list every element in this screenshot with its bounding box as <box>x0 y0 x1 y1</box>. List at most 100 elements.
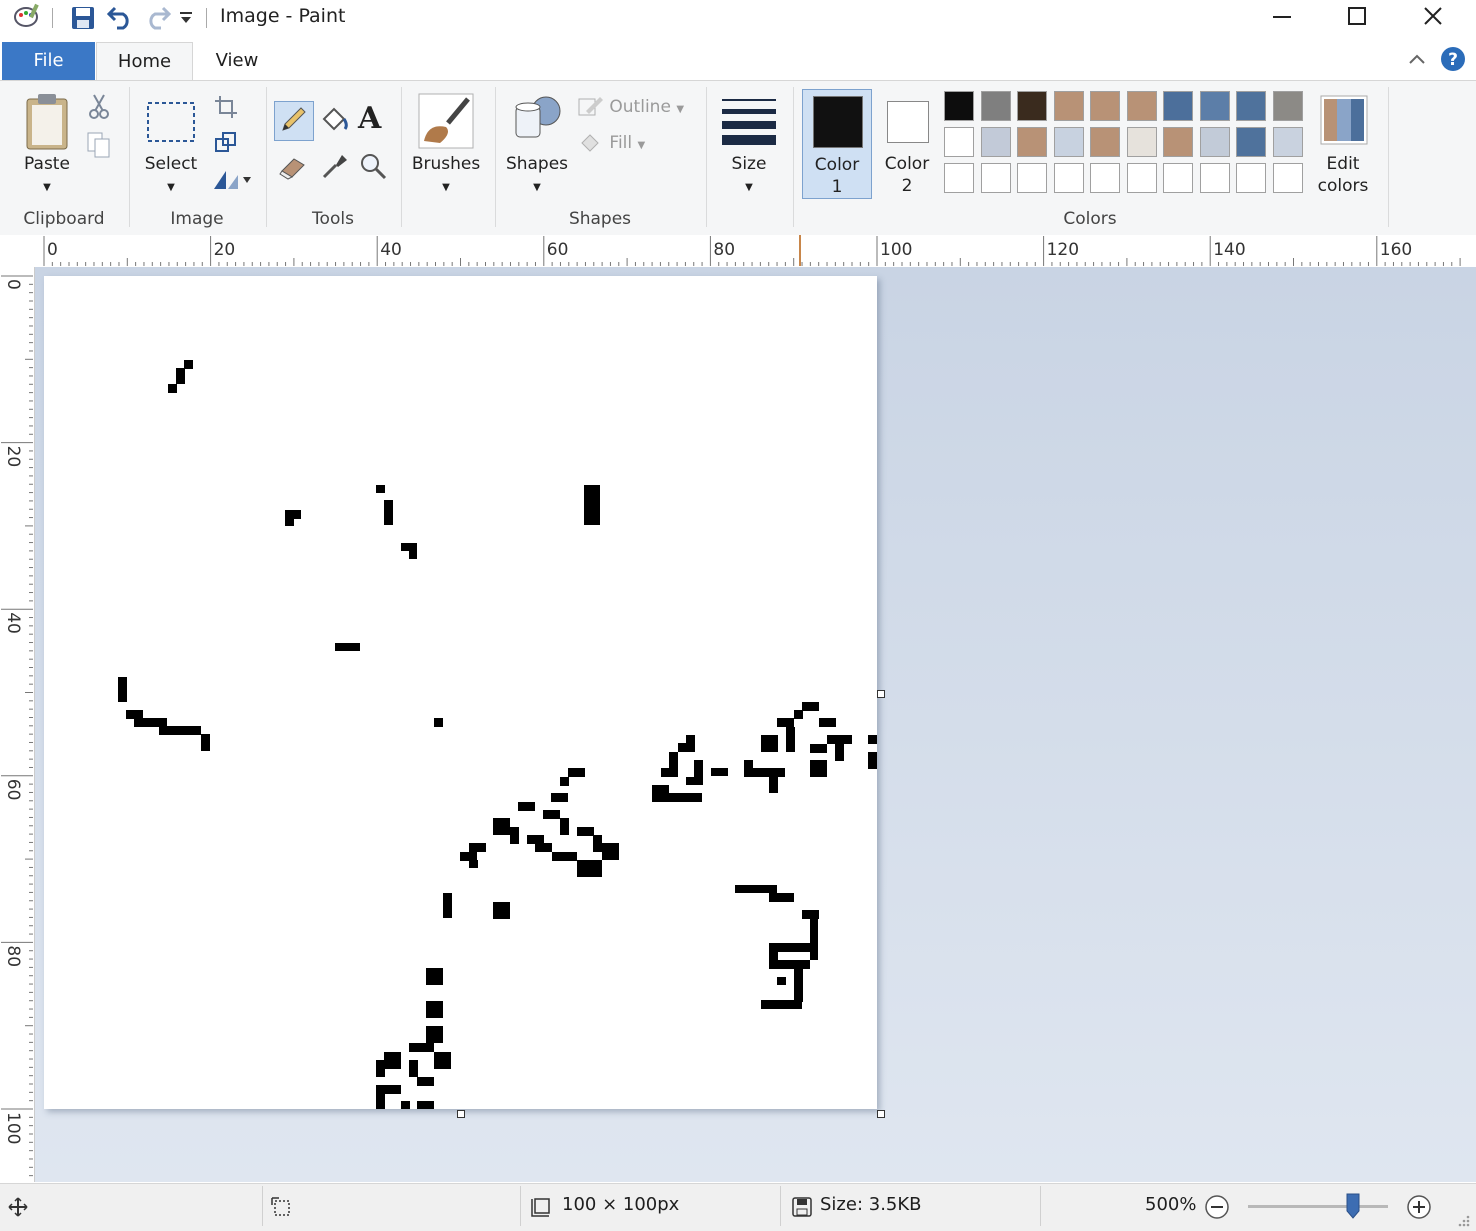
palette-swatch[interactable] <box>1163 91 1193 121</box>
eraser-icon[interactable] <box>278 151 310 181</box>
tab-home[interactable]: Home <box>96 42 193 81</box>
palette-swatch[interactable] <box>1163 163 1193 193</box>
palette-swatch[interactable] <box>1199 127 1230 157</box>
palette-swatch[interactable] <box>1017 127 1047 157</box>
palette-swatch[interactable] <box>1163 127 1193 157</box>
dropdown-icon[interactable] <box>178 10 194 26</box>
collapse-ribbon-icon[interactable] <box>1408 52 1426 66</box>
palette-swatch[interactable] <box>1272 163 1303 193</box>
resize-icon[interactable] <box>214 131 238 155</box>
outline-pen-icon <box>578 97 603 116</box>
size-button[interactable]: Size ▼ <box>714 89 784 199</box>
select-dropdown-icon: ▼ <box>167 182 175 193</box>
brushes-button[interactable]: Brushes ▼ <box>406 89 486 199</box>
color1-button[interactable]: Color 1 <box>802 89 872 199</box>
cut-icon[interactable] <box>88 93 110 119</box>
resize-handle-right[interactable] <box>877 690 885 698</box>
drawing-canvas[interactable] <box>44 276 877 1109</box>
ruler-label: 20 <box>214 240 236 260</box>
shapes-label: Shapes <box>505 154 569 174</box>
save-icon[interactable] <box>70 5 96 31</box>
fill-icon <box>581 134 599 152</box>
size-label: Size <box>731 154 767 174</box>
palette-swatch[interactable] <box>1126 163 1157 193</box>
color2-button[interactable]: Color 2 <box>874 89 940 197</box>
help-icon[interactable]: ? <box>1440 46 1466 72</box>
palette-swatch[interactable] <box>944 91 974 121</box>
tab-file[interactable]: File <box>2 42 95 80</box>
brushes-label: Brushes <box>411 154 481 174</box>
canvas-size-text: 100 × 100px <box>562 1194 680 1215</box>
palette-swatch[interactable] <box>1126 91 1157 121</box>
zoom-in-icon[interactable] <box>1406 1194 1432 1220</box>
maximize-button[interactable] <box>1327 0 1387 32</box>
palette-swatch[interactable] <box>1090 91 1120 121</box>
shapes-icon <box>515 96 561 138</box>
shapes-button[interactable]: Shapes ▼ <box>500 89 574 199</box>
clipboard-group-label: Clipboard <box>23 209 105 229</box>
palette-swatch[interactable] <box>1199 163 1230 193</box>
palette-swatch[interactable] <box>1126 127 1157 157</box>
svg-text:?: ? <box>1448 50 1458 70</box>
minimize-button[interactable] <box>1252 0 1312 32</box>
ribbon-tabs: File Home View ? <box>0 38 1476 81</box>
palette-swatch[interactable] <box>980 91 1011 121</box>
close-button[interactable] <box>1403 0 1463 32</box>
fill-button[interactable]: Fill ▼ <box>578 131 645 157</box>
redo-icon[interactable] <box>143 4 171 30</box>
palette-swatch[interactable] <box>980 127 1011 157</box>
pencil-tool[interactable] <box>274 101 314 141</box>
zoom-out-icon[interactable] <box>1204 1194 1230 1220</box>
group-separator <box>129 87 130 227</box>
paint-app-icon[interactable] <box>12 2 42 30</box>
palette-swatch[interactable] <box>1272 91 1303 121</box>
palette-swatch[interactable] <box>1090 163 1120 193</box>
palette-swatch[interactable] <box>1053 127 1084 157</box>
cursor-position-icon <box>8 1197 28 1217</box>
palette-swatch[interactable] <box>1090 127 1120 157</box>
outline-button[interactable]: Outline ▼ <box>578 95 684 121</box>
magnifier-icon[interactable] <box>358 151 388 181</box>
resize-handle-corner[interactable] <box>877 1110 885 1118</box>
palette-swatch[interactable] <box>1236 91 1266 121</box>
palette-swatch[interactable] <box>944 127 974 157</box>
zoom-slider-thumb[interactable] <box>1346 1193 1360 1219</box>
palette-swatch[interactable] <box>1017 163 1047 193</box>
undo-icon[interactable] <box>107 4 135 30</box>
ruler-label: 0 <box>3 279 23 290</box>
paste-label: Paste <box>24 154 70 174</box>
ruler-label: 60 <box>547 240 569 260</box>
group-separator <box>401 87 402 227</box>
resize-handle-bottom[interactable] <box>457 1110 465 1118</box>
resize-grip-icon <box>1458 1215 1470 1227</box>
ruler-label: 80 <box>713 240 735 260</box>
fill-bucket-icon[interactable] <box>318 105 350 137</box>
ruler-label: 100 <box>880 240 912 260</box>
drawn-pixels <box>118 360 877 1109</box>
edit-colors-button[interactable]: Edit colors <box>1312 89 1374 199</box>
palette-swatch[interactable] <box>1272 127 1303 157</box>
rotate-icon[interactable] <box>212 167 252 191</box>
palette-swatch[interactable] <box>1236 163 1266 193</box>
crop-icon[interactable] <box>214 95 238 119</box>
color-picker-icon[interactable] <box>320 151 350 181</box>
palette-swatch[interactable] <box>1053 91 1084 121</box>
copy-icon[interactable] <box>86 131 112 159</box>
text-tool-icon[interactable]: A <box>358 101 381 136</box>
select-button[interactable]: Select ▼ <box>138 89 204 199</box>
status-separator <box>262 1186 263 1226</box>
palette-swatch[interactable] <box>1199 91 1230 121</box>
color1-label: Color <box>814 155 860 175</box>
paste-button[interactable]: Paste ▼ <box>14 89 80 199</box>
palette-swatch[interactable] <box>1236 127 1266 157</box>
zoom-slider[interactable] <box>1248 1193 1388 1219</box>
palette-swatch[interactable] <box>980 163 1011 193</box>
fill-dropdown-icon: ▼ <box>637 140 646 151</box>
tools-group-label: Tools <box>312 209 354 229</box>
outline-label: Outline <box>609 97 671 117</box>
palette-swatch[interactable] <box>944 163 974 193</box>
palette-swatch[interactable] <box>1017 91 1047 121</box>
ruler-label: 40 <box>3 612 23 634</box>
tab-view[interactable]: View <box>192 42 282 80</box>
palette-swatch[interactable] <box>1053 163 1084 193</box>
